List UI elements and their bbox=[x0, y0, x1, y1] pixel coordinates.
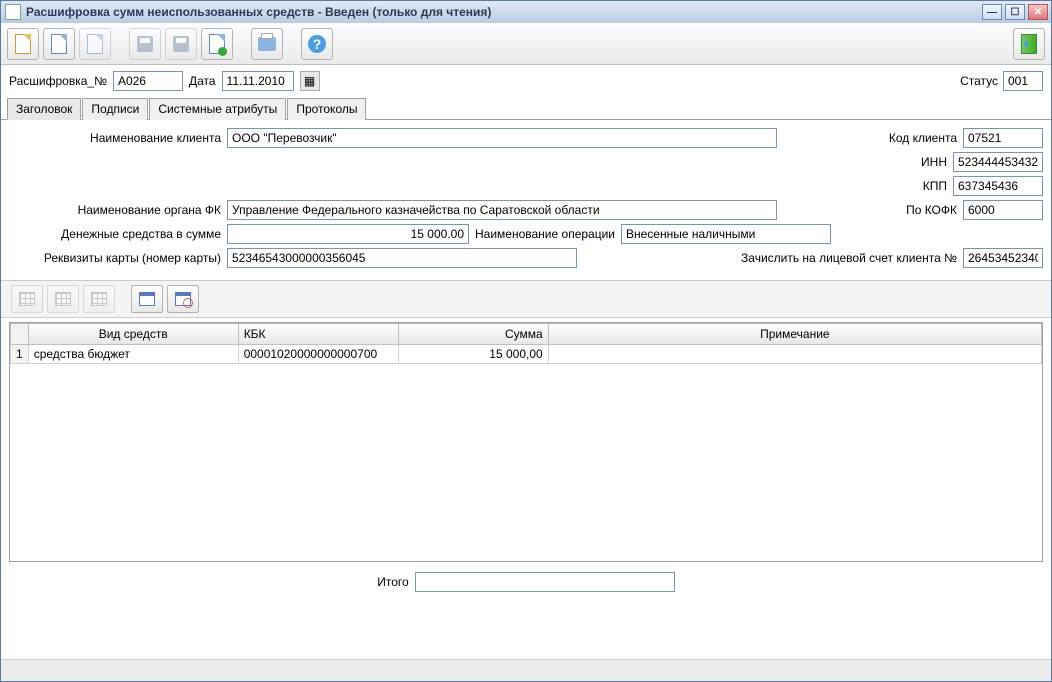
copy-doc-icon bbox=[51, 34, 67, 54]
doc-number-field[interactable] bbox=[113, 71, 183, 91]
table-header-row: Вид средств КБК Сумма Примечание bbox=[11, 324, 1042, 345]
client-code-label: Код клиента bbox=[889, 131, 957, 145]
cell-note[interactable] bbox=[548, 345, 1041, 364]
total-row: Итого bbox=[1, 566, 1051, 604]
save-confirm-button[interactable] bbox=[201, 28, 233, 60]
window-title: Расшифровка сумм неиспользованных средст… bbox=[26, 5, 491, 19]
tab-signatures-label: Подписи bbox=[91, 102, 139, 116]
calendar-search-button[interactable] bbox=[167, 285, 199, 313]
kofk-label: По КОФК bbox=[906, 203, 957, 217]
tab-protocols-label: Протоколы bbox=[296, 102, 357, 116]
client-name-field[interactable] bbox=[227, 128, 777, 148]
doc-button-3 bbox=[79, 28, 111, 60]
grid-btn-1 bbox=[11, 285, 43, 313]
inn-field[interactable] bbox=[953, 152, 1043, 172]
grid-btn-3 bbox=[83, 285, 115, 313]
grid-toolbar bbox=[1, 280, 1051, 318]
date-picker-button[interactable]: ▦ bbox=[300, 71, 320, 91]
cell-kbk[interactable]: 00001020000000000700 bbox=[238, 345, 398, 364]
header-row: Расшифровка_№ Дата ▦ Статус bbox=[1, 65, 1051, 97]
save-as-button bbox=[165, 28, 197, 60]
help-icon: ? bbox=[308, 35, 326, 53]
new-doc-button[interactable] bbox=[7, 28, 39, 60]
calendar-icon bbox=[139, 292, 155, 306]
kofk-field[interactable] bbox=[963, 200, 1043, 220]
cell-sum[interactable]: 15 000,00 bbox=[398, 345, 548, 364]
app-window: Расшифровка сумм неиспользованных средст… bbox=[0, 0, 1052, 682]
tabs: Заголовок Подписи Системные атрибуты Про… bbox=[1, 97, 1051, 120]
new-doc-icon bbox=[15, 34, 31, 54]
client-name-label: Наименование клиента bbox=[9, 131, 221, 145]
client-code-field[interactable] bbox=[963, 128, 1043, 148]
statusbar bbox=[1, 659, 1051, 681]
doc-icon bbox=[87, 34, 103, 54]
doc-number-label: Расшифровка_№ bbox=[9, 74, 107, 88]
col-rownum bbox=[11, 324, 29, 345]
cell-type[interactable]: средства бюджет bbox=[28, 345, 238, 364]
print-button[interactable] bbox=[251, 28, 283, 60]
calendar-button[interactable] bbox=[131, 285, 163, 313]
organ-field[interactable] bbox=[227, 200, 777, 220]
col-kbk[interactable]: КБК bbox=[238, 324, 398, 345]
copy-doc-button[interactable] bbox=[43, 28, 75, 60]
total-field[interactable] bbox=[415, 572, 675, 592]
main-toolbar: ? bbox=[1, 23, 1051, 65]
app-icon bbox=[5, 4, 21, 20]
tab-system-attrs-label: Системные атрибуты bbox=[158, 102, 277, 116]
page-check-icon bbox=[209, 34, 225, 54]
titlebar: Расшифровка сумм неиспользованных средст… bbox=[1, 1, 1051, 23]
maximize-button[interactable]: ☐ bbox=[1005, 4, 1025, 20]
money-label: Денежные средства в сумме bbox=[9, 227, 221, 241]
date-label: Дата bbox=[189, 74, 216, 88]
form-area: Наименование клиента Код клиента ИНН КПП bbox=[1, 120, 1051, 280]
money-field[interactable] bbox=[227, 224, 469, 244]
exit-button[interactable] bbox=[1013, 28, 1045, 60]
close-button[interactable]: ✕ bbox=[1028, 4, 1048, 20]
grid-icon bbox=[55, 292, 71, 306]
cell-rownum: 1 bbox=[11, 345, 29, 364]
card-label: Реквизиты карты (номер карты) bbox=[9, 251, 221, 265]
card-field[interactable] bbox=[227, 248, 577, 268]
inn-label: ИНН bbox=[921, 155, 947, 169]
save-icon bbox=[137, 36, 153, 52]
calendar-search-icon bbox=[175, 292, 191, 306]
kpp-field[interactable] bbox=[953, 176, 1043, 196]
credit-label: Зачислить на лицевой счет клиента № bbox=[741, 251, 957, 265]
help-button[interactable]: ? bbox=[301, 28, 333, 60]
tab-system-attrs[interactable]: Системные атрибуты bbox=[149, 98, 286, 120]
data-grid[interactable]: Вид средств КБК Сумма Примечание 1 средс… bbox=[9, 322, 1043, 562]
col-note[interactable]: Примечание bbox=[548, 324, 1041, 345]
kpp-label: КПП bbox=[923, 179, 947, 193]
organ-label: Наименование органа ФК bbox=[9, 203, 221, 217]
tab-header[interactable]: Заголовок bbox=[7, 98, 81, 120]
col-type[interactable]: Вид средств bbox=[28, 324, 238, 345]
grid-btn-2 bbox=[47, 285, 79, 313]
minimize-button[interactable]: — bbox=[982, 4, 1002, 20]
print-icon bbox=[258, 37, 276, 51]
credit-field[interactable] bbox=[963, 248, 1043, 268]
tab-protocols[interactable]: Протоколы bbox=[287, 98, 366, 120]
table-row[interactable]: 1 средства бюджет 00001020000000000700 1… bbox=[11, 345, 1042, 364]
col-sum[interactable]: Сумма bbox=[398, 324, 548, 345]
grid-icon bbox=[19, 292, 35, 306]
save-as-icon bbox=[173, 36, 189, 52]
exit-icon bbox=[1021, 34, 1037, 54]
grid-icon bbox=[91, 292, 107, 306]
total-label: Итого bbox=[377, 575, 408, 589]
date-field[interactable] bbox=[222, 71, 294, 91]
tab-header-label: Заголовок bbox=[16, 102, 72, 116]
status-label: Статус bbox=[960, 74, 998, 88]
oper-name-field[interactable] bbox=[621, 224, 831, 244]
status-field[interactable] bbox=[1003, 71, 1043, 91]
tab-signatures[interactable]: Подписи bbox=[82, 98, 148, 120]
save-button bbox=[129, 28, 161, 60]
oper-name-label: Наименование операции bbox=[475, 227, 615, 241]
